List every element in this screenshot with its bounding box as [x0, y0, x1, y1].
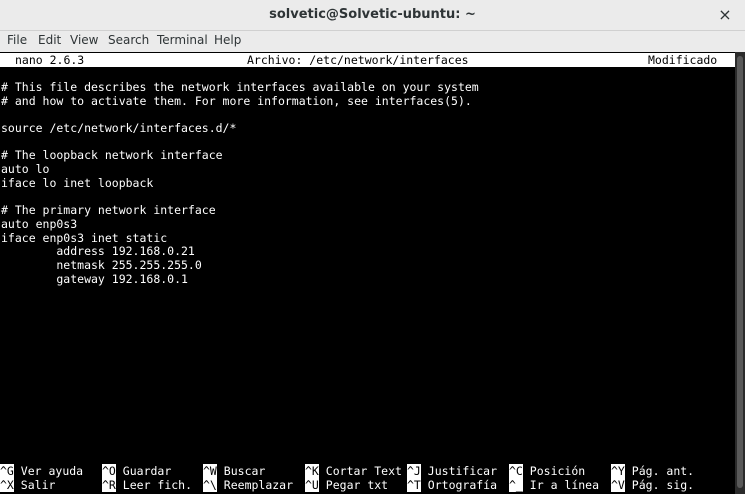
shortcut-item: ^J Justificar [407, 464, 498, 479]
file-line: # This file describes the network interf… [1, 80, 479, 94]
shortcut-label: Ortografía [427, 478, 498, 492]
menu-view[interactable]: View [70, 33, 98, 47]
menu-terminal[interactable]: Terminal [157, 33, 208, 47]
shortcut-label: Buscar [223, 464, 266, 478]
shortcut-item: ^V Pág. sig. [611, 478, 695, 493]
scrollbar-thumb[interactable] [737, 56, 743, 488]
shortcut-key: ^G [0, 464, 14, 478]
file-line: auto lo [1, 162, 50, 177]
shortcut-item: ^R Leer fich. [102, 478, 193, 493]
file-line: iface lo inet loopback [1, 175, 154, 190]
shortcut-item: ^Y Pág. ant. [611, 464, 695, 479]
shortcut-label: Guardar [122, 464, 172, 478]
nano-version: nano 2.6.3 [15, 53, 85, 67]
terminal-scrollbar[interactable] [735, 52, 745, 494]
file-content[interactable]: # This file describes the network interf… [1, 80, 479, 286]
shortcut-item: ^T Ortografía [407, 478, 498, 493]
shortcut-item: ^G Ver ayuda [0, 464, 84, 479]
shortcut-key: ^Y [611, 464, 625, 478]
file-line: gateway 192.168.0.1 [1, 271, 188, 286]
shortcut-key: ^\ [203, 478, 217, 492]
menu-search[interactable]: Search [108, 33, 149, 47]
shortcut-label: Leer fich. [122, 478, 193, 492]
nano-status-bar: nano 2.6.3 Archivo: /etc/network/interfa… [0, 53, 735, 67]
shortcut-key: ^J [407, 464, 421, 478]
shortcut-item: ^U Pegar txt [305, 478, 389, 493]
shortcut-item: ^_ Ir a línea [509, 478, 600, 493]
file-line [1, 136, 479, 150]
shortcut-key: ^_ [509, 478, 523, 492]
shortcut-item: ^\ Reemplazar [203, 478, 294, 493]
shortcut-key: ^R [102, 478, 116, 492]
nano-modified-state: Modificado [648, 53, 718, 67]
shortcut-key: ^V [611, 478, 625, 492]
shortcut-label: Justificar [427, 464, 498, 478]
shortcut-key: ^C [509, 464, 523, 478]
shortcut-item: ^X Salir [0, 478, 56, 493]
shortcut-key: ^T [407, 478, 421, 492]
shortcut-label: Ver ayuda [20, 464, 84, 478]
shortcut-item: ^O Guardar [102, 464, 172, 479]
shortcut-key: ^K [305, 464, 319, 478]
file-line [1, 191, 479, 205]
shortcut-key: ^U [305, 478, 319, 492]
shortcut-key: ^O [102, 464, 116, 478]
shortcut-item: ^K Cortar Text [305, 464, 402, 479]
shortcut-label: Pegar txt [325, 478, 389, 492]
file-line [1, 108, 479, 122]
shortcut-item: ^C Posición [509, 464, 586, 479]
shortcut-label: Pág. ant. [631, 464, 695, 478]
menu-help[interactable]: Help [214, 33, 241, 47]
terminal-area[interactable]: nano 2.6.3 Archivo: /etc/network/interfa… [0, 52, 735, 494]
shortcut-item: ^W Buscar [203, 464, 266, 479]
shortcut-label: Pág. sig. [631, 478, 695, 492]
file-line: netmask 255.255.255.0 [1, 257, 202, 272]
shortcut-label: Reemplazar [223, 478, 294, 492]
nano-filename: Archivo: /etc/network/interfaces [247, 53, 469, 67]
shortcut-key: ^W [203, 464, 217, 478]
menu-edit[interactable]: Edit [38, 33, 61, 47]
shortcut-key: ^X [0, 478, 14, 492]
close-icon[interactable]: × [715, 5, 735, 25]
file-line: source /etc/network/interfaces.d/* [1, 121, 237, 136]
window-titlebar: solvetic@Solvetic-ubuntu: ~ × [0, 0, 745, 31]
menu-file[interactable]: File [7, 33, 27, 47]
nano-shortcut-bar: ^G Ver ayuda ^O Guardar ^W Buscar ^K Cortar… [0, 464, 735, 493]
shortcut-label: Cortar Text [325, 464, 402, 478]
window-title: solvetic@Solvetic-ubuntu: ~ [269, 7, 476, 22]
menu-bar: File Edit View Search Terminal Help [0, 31, 745, 52]
shortcut-label: Salir [20, 478, 56, 492]
file-line: auto enp0s3 [1, 216, 78, 231]
file-line: iface enp0s3 inet static [1, 230, 168, 245]
file-line: # and how to activate them. For more inf… [1, 93, 472, 108]
file-line: # The loopback network interface [1, 148, 223, 163]
file-line: # The primary network interface [1, 203, 216, 218]
file-line: address 192.168.0.21 [1, 244, 195, 259]
shortcut-label: Posición [529, 464, 586, 478]
shortcut-label: Ir a línea [529, 478, 600, 492]
